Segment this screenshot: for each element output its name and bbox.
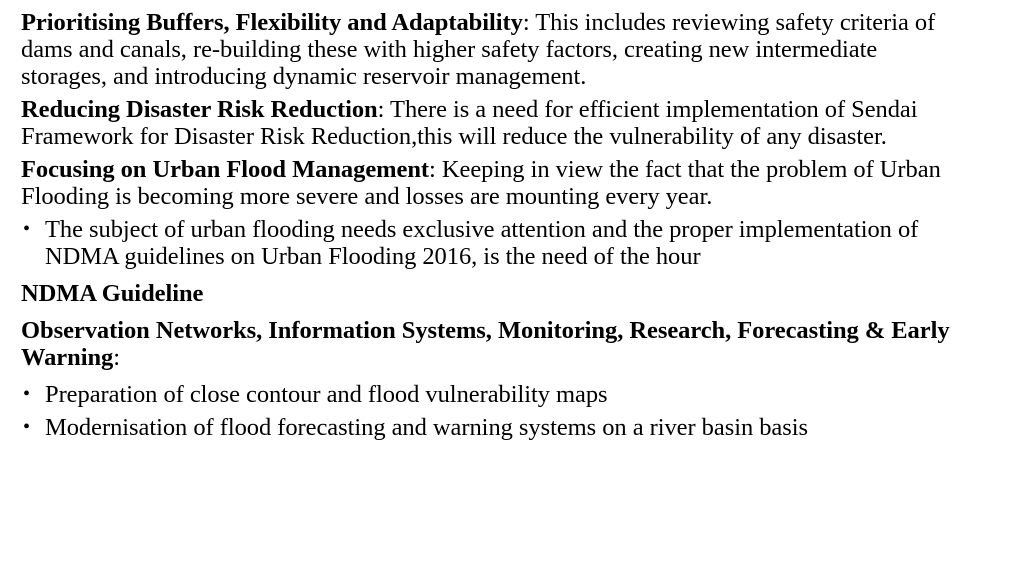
heading-observation-networks-text: Observation Networks, Information System… — [21, 317, 950, 371]
list-item: • Preparation of close contour and flood … — [21, 381, 990, 408]
paragraph-lead-prioritising-buffers: Prioritising Buffers, Flexibility and Ad… — [21, 9, 523, 36]
list-item-label: The subject of urban flooding needs excl… — [45, 216, 919, 270]
bullet-dot-icon: • — [23, 218, 30, 240]
list-item: • The subject of urban flooding needs exc… — [21, 216, 990, 270]
heading-observation-networks-colon: : — [113, 344, 120, 371]
paragraph-focusing-urban-flood: Focusing on Urban Flood Management: Keep… — [21, 156, 990, 210]
list-item-label: Preparation of close contour and flood v… — [45, 381, 608, 408]
bullet-dot-icon: • — [23, 416, 30, 438]
paragraph-lead-reducing-disaster-risk: Reducing Disaster Risk Reduction — [21, 96, 378, 123]
paragraph-reducing-disaster-risk: Reducing Disaster Risk Reduction: There … — [21, 96, 990, 150]
list-item-label: Modernisation of flood forecasting and w… — [45, 414, 808, 441]
list-item: • Modernisation of flood forecasting and … — [21, 414, 990, 441]
slide-canvas: Prioritising Buffers, Flexibility and Ad… — [0, 0, 1024, 576]
bullet-dot-icon: • — [23, 383, 30, 405]
heading-ndma-guideline: NDMA Guideline — [21, 280, 204, 307]
heading-observation-networks: Observation Networks, Information System… — [21, 317, 990, 371]
paragraph-prioritising-buffers: Prioritising Buffers, Flexibility and Ad… — [21, 9, 990, 90]
paragraph-lead-focusing-urban-flood: Focusing on Urban Flood Management — [21, 156, 430, 183]
